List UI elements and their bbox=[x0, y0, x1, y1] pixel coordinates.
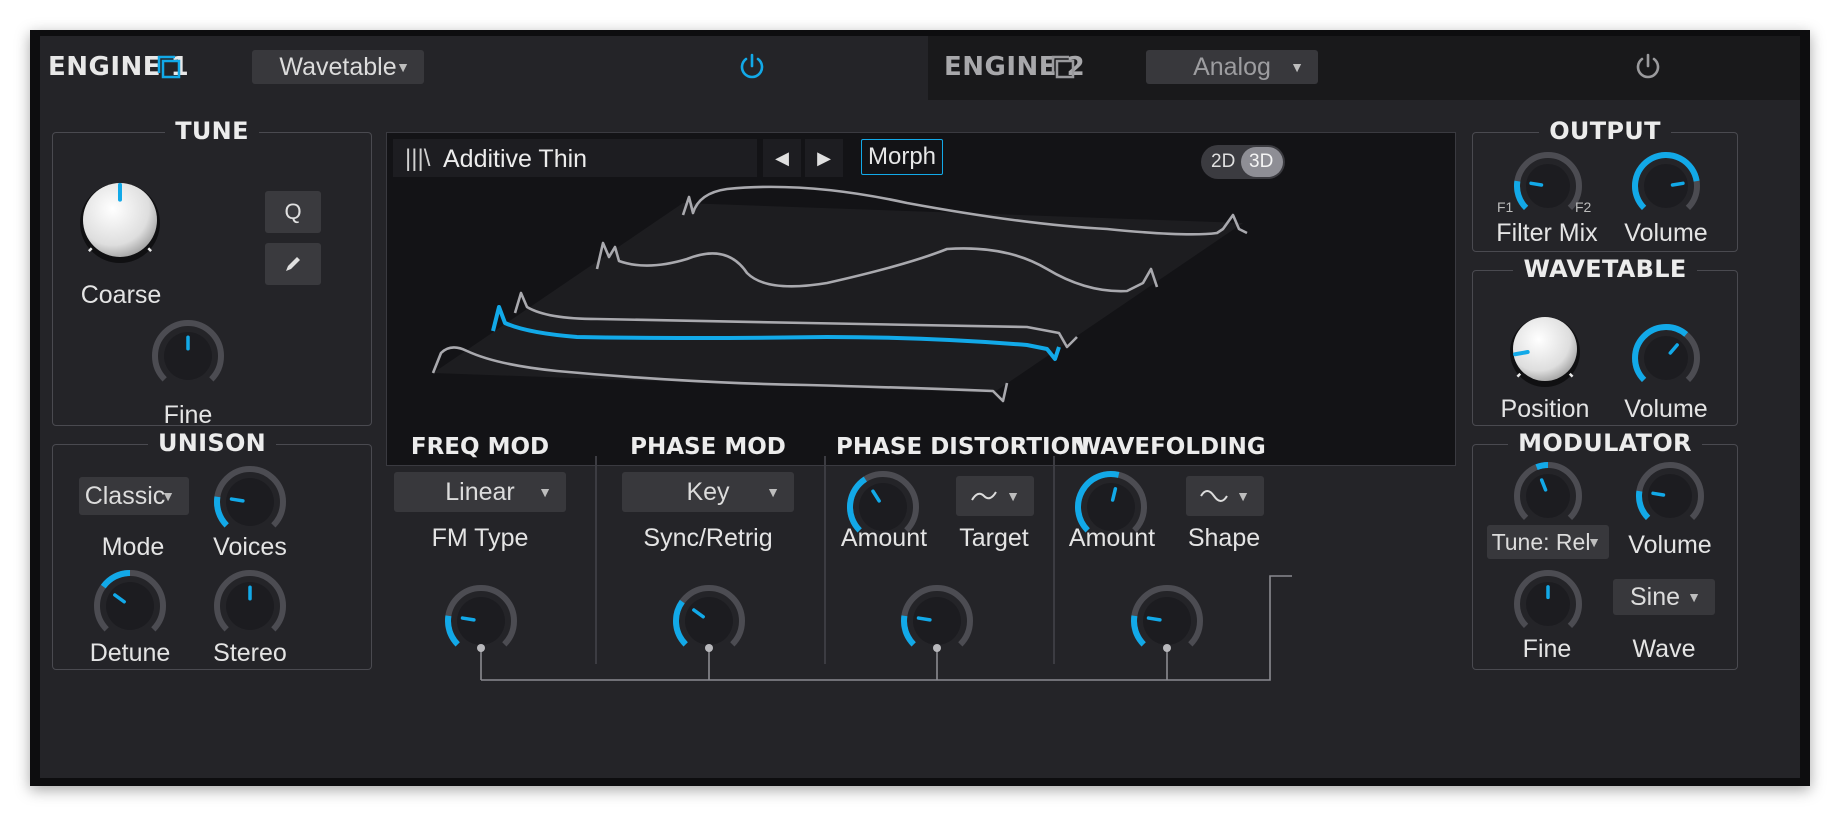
synth-panel: ENGINE 1 Wavetable ▼ ENGINE 2 Analog ▼ T… bbox=[40, 36, 1800, 778]
pm-amount-knob[interactable] bbox=[672, 584, 746, 658]
wf-shape-label: Shape bbox=[1187, 524, 1261, 552]
phase-distortion-title: PHASE DISTORTION bbox=[836, 434, 1090, 460]
target-curve-icon bbox=[971, 491, 997, 501]
output-title: OUTPUT bbox=[1539, 117, 1671, 145]
unison-mode-dropdown[interactable]: Classic ▼ bbox=[79, 477, 189, 515]
output-volume-label: Volume bbox=[1624, 219, 1708, 247]
quantize-label: Q bbox=[284, 199, 302, 224]
tune-section: TUNE Coarse Q Fine bbox=[52, 117, 372, 429]
engine1-type-dropdown[interactable]: Wavetable ▼ bbox=[252, 50, 424, 84]
pd-mod-knob[interactable] bbox=[900, 584, 974, 658]
f1-label: F1 bbox=[1497, 199, 1514, 215]
sine-wave-icon bbox=[1200, 490, 1228, 502]
position-label: Position bbox=[1500, 395, 1590, 423]
chevron-down-icon: ▼ bbox=[1236, 488, 1250, 504]
engine2-tab[interactable]: ENGINE 2 Analog ▼ bbox=[928, 36, 1800, 100]
fm-amount-knob[interactable] bbox=[444, 584, 518, 658]
f2-label: F2 bbox=[1575, 199, 1592, 215]
filter-mix-label: Filter Mix bbox=[1496, 219, 1598, 247]
mod-wave-label: Wave bbox=[1632, 635, 1696, 663]
chevron-down-icon: ▼ bbox=[538, 484, 552, 500]
engine1-tab[interactable]: ENGINE 1 Wavetable ▼ bbox=[40, 36, 928, 100]
mod-volume-knob[interactable] bbox=[1635, 461, 1705, 531]
wf-shape-dropdown[interactable]: ▼ bbox=[1186, 476, 1264, 516]
fm-type-value: Linear bbox=[445, 477, 515, 506]
fine-knob[interactable] bbox=[151, 319, 225, 393]
modulator-title: MODULATOR bbox=[1508, 429, 1702, 457]
output-section: OUTPUT F1 F2 Filter Mix Volume bbox=[1472, 117, 1738, 252]
modulator-section: MODULATOR Tune: Rel ▼ Volume Fine Sine ▼ W… bbox=[1472, 429, 1738, 670]
detune-label: Detune bbox=[89, 639, 171, 667]
chevron-down-icon: ▼ bbox=[1006, 488, 1020, 504]
engine-tab-bar: ENGINE 1 Wavetable ▼ ENGINE 2 Analog ▼ bbox=[40, 36, 1800, 100]
chevron-down-icon: ▼ bbox=[1687, 589, 1701, 605]
position-knob[interactable] bbox=[1507, 311, 1583, 387]
copy-icon[interactable] bbox=[1050, 54, 1076, 80]
voices-label: Voices bbox=[213, 533, 287, 561]
sync-retrig-dropdown[interactable]: Key ▼ bbox=[622, 472, 794, 512]
stereo-knob[interactable] bbox=[213, 569, 287, 643]
mod-fine-knob[interactable] bbox=[1513, 569, 1583, 639]
pd-target-label: Target bbox=[959, 524, 1029, 552]
fm-type-label: FM Type bbox=[431, 524, 529, 552]
phase-mod-title: PHASE MOD bbox=[630, 434, 786, 460]
fine-label: Fine bbox=[163, 401, 213, 429]
wavetable-section: WAVETABLE Position Volume bbox=[1472, 255, 1738, 426]
wf-amount-label: Amount bbox=[1068, 524, 1156, 552]
unison-mode-value: Classic bbox=[84, 481, 166, 510]
power-icon[interactable] bbox=[738, 52, 766, 80]
pencil-icon bbox=[286, 257, 300, 271]
engine1-type-value: Wavetable bbox=[279, 52, 397, 81]
mod-volume-label: Volume bbox=[1628, 531, 1712, 559]
engine2-type-dropdown[interactable]: Analog ▼ bbox=[1146, 50, 1318, 84]
chevron-down-icon: ▼ bbox=[1587, 534, 1601, 550]
mode-label: Mode bbox=[101, 533, 165, 561]
sync-retrig-label: Sync/Retrig bbox=[643, 524, 773, 552]
unison-title: UNISON bbox=[147, 429, 277, 457]
mod-wave-dropdown[interactable]: Sine ▼ bbox=[1613, 579, 1715, 615]
chevron-down-icon: ▼ bbox=[161, 488, 175, 504]
mod-tune-knob[interactable] bbox=[1513, 461, 1583, 531]
mod-tune-value: Tune: Rel bbox=[1491, 528, 1591, 555]
unison-section: UNISON Classic ▼ Mode Voices Detune Stere… bbox=[52, 429, 372, 670]
wavetable-display[interactable]: |||\ Additive Thin ◀ ▶ Morph 2D 3D bbox=[386, 132, 1456, 466]
stereo-label: Stereo bbox=[213, 639, 287, 667]
tune-title: TUNE bbox=[165, 117, 259, 145]
output-volume-knob[interactable] bbox=[1631, 151, 1701, 221]
pd-target-dropdown[interactable]: ▼ bbox=[956, 476, 1034, 516]
wavetable-volume-label: Volume bbox=[1624, 395, 1708, 423]
freq-mod-title: FREQ MOD bbox=[410, 434, 550, 460]
coarse-knob[interactable] bbox=[77, 177, 163, 263]
chevron-down-icon: ▼ bbox=[766, 484, 780, 500]
quantize-button[interactable]: Q bbox=[265, 191, 321, 233]
sync-retrig-value: Key bbox=[686, 477, 730, 506]
mod-fine-label: Fine bbox=[1522, 635, 1572, 663]
filter-mix-knob[interactable] bbox=[1513, 151, 1583, 221]
engine2-type-value: Analog bbox=[1193, 52, 1271, 81]
copy-icon[interactable] bbox=[156, 54, 182, 80]
detune-knob[interactable] bbox=[93, 569, 167, 643]
wavefolding-title: WAVEFOLDING bbox=[1076, 434, 1266, 460]
fm-type-dropdown[interactable]: Linear ▼ bbox=[394, 472, 566, 512]
power-icon[interactable] bbox=[1634, 52, 1662, 80]
mod-tune-dropdown[interactable]: Tune: Rel ▼ bbox=[1487, 525, 1609, 559]
coarse-label: Coarse bbox=[80, 281, 162, 309]
wavetable-volume-knob[interactable] bbox=[1631, 323, 1701, 393]
edit-button[interactable] bbox=[265, 243, 321, 285]
chevron-down-icon: ▼ bbox=[1290, 59, 1304, 75]
mod-wave-value: Sine bbox=[1629, 582, 1681, 611]
wf-mod-knob[interactable] bbox=[1130, 584, 1204, 658]
window-frame: ENGINE 1 Wavetable ▼ ENGINE 2 Analog ▼ T… bbox=[30, 30, 1810, 786]
voices-knob[interactable] bbox=[213, 465, 287, 539]
chevron-down-icon: ▼ bbox=[396, 59, 410, 75]
wavetable-3d-plot bbox=[431, 185, 1248, 403]
pd-amount-label: Amount bbox=[840, 524, 928, 552]
wavetable-title: WAVETABLE bbox=[1513, 255, 1697, 283]
